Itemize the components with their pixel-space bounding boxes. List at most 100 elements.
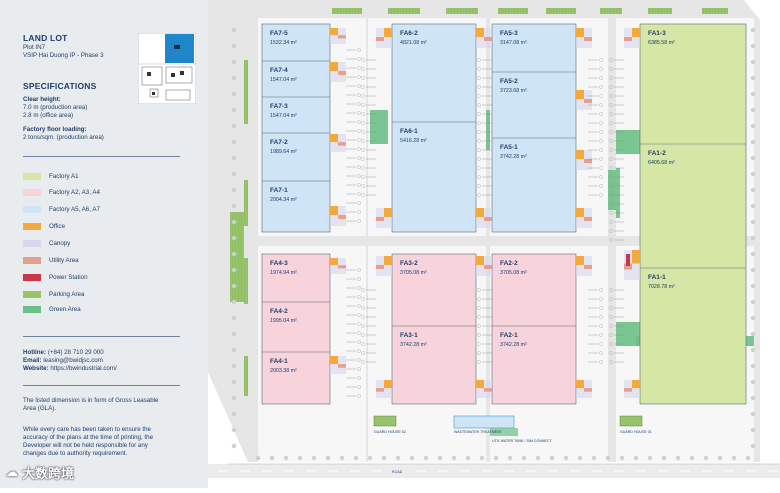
email[interactable]: Email: leasing@bwidjsc.com (23, 357, 103, 365)
parking-area (702, 8, 728, 14)
unit-area: 1532.34 m² (270, 40, 297, 46)
tree (647, 455, 653, 461)
unit-area: 1974.94 m² (270, 270, 297, 276)
utility-area (484, 217, 492, 221)
utility-area (584, 37, 592, 41)
divider (23, 385, 180, 386)
tree (231, 171, 237, 177)
wastewater-treatment (453, 415, 515, 429)
divider (23, 336, 180, 337)
utility-area (584, 217, 592, 221)
utility-area (584, 265, 592, 269)
floor-loading-label: Factory floor loading: (23, 126, 87, 133)
tree (750, 139, 756, 145)
unit-area: 3705.08 m² (500, 270, 527, 276)
tree (750, 187, 756, 193)
website[interactable]: Website: https://bwindustrial.com/ (23, 365, 117, 373)
legend-item: Factory A2, A3, A4 (23, 188, 100, 197)
clear-height-office: 2.8 m (office area) (23, 112, 74, 119)
parking-area (230, 212, 244, 302)
legend-label: Canopy (49, 240, 71, 247)
tree (231, 379, 237, 385)
utility-area (338, 142, 346, 146)
parking-area (244, 356, 248, 396)
unit-area: 1547.04 m² (270, 113, 297, 119)
tree (605, 455, 611, 461)
utility-area (584, 159, 592, 163)
tree (750, 235, 756, 241)
tree (409, 455, 415, 461)
tree (577, 455, 583, 461)
unit-name: FA2-2 (500, 260, 518, 267)
tree (717, 455, 723, 461)
office-block (576, 380, 584, 389)
legend-swatch (23, 291, 41, 298)
tree (381, 455, 387, 461)
unit-name: FA3-1 (400, 332, 418, 339)
unit-name: FA5-2 (500, 78, 518, 85)
tree (675, 455, 681, 461)
unit-area: 3147.08 m² (500, 40, 527, 46)
unit-area: 3705.08 m² (400, 270, 427, 276)
tree (750, 171, 756, 177)
unit-name: FA2-1 (500, 332, 518, 339)
tree (619, 455, 625, 461)
disclaimer-line: changes due to authority requirement. (23, 450, 128, 457)
tree (231, 299, 237, 305)
tree (437, 455, 443, 461)
legend-label: Factory A5, A6, A7 (49, 206, 100, 213)
tree (750, 219, 756, 225)
unit-area: 4821.08 m² (400, 40, 427, 46)
tree (507, 455, 513, 461)
tree (591, 455, 597, 461)
tree (231, 155, 237, 161)
utility-area (624, 37, 632, 41)
utility-area (376, 388, 384, 392)
plot-label: Plot IN7 (23, 44, 46, 51)
tree (367, 455, 373, 461)
utility-area (584, 388, 592, 392)
tree (231, 27, 237, 33)
unit-name: FA5-3 (500, 30, 518, 37)
office-block (576, 150, 584, 159)
unit-name: FA6-1 (400, 128, 418, 135)
land-lot-title: LAND LOT (23, 33, 68, 43)
office-block (576, 90, 584, 99)
tree (549, 455, 555, 461)
legend-item: Parking Area (23, 290, 84, 299)
tree (231, 331, 237, 337)
disclaimer-line: accuracy of the plans at the time of pri… (23, 434, 154, 441)
tree (750, 123, 756, 129)
power-station (626, 254, 630, 266)
utility-area (338, 35, 346, 39)
office-block (632, 250, 640, 264)
unit-area: 2003.38 m² (270, 368, 297, 374)
tree (493, 455, 499, 461)
parking-area (332, 8, 362, 14)
tree (255, 455, 261, 461)
guard-house (619, 415, 643, 427)
office-block (384, 208, 392, 217)
utility-area (338, 71, 346, 75)
legend-item: Utility Area (23, 256, 79, 265)
tree (703, 455, 709, 461)
tree (231, 75, 237, 81)
tree (231, 43, 237, 49)
legend-label: Power Station (49, 274, 88, 281)
unit-area: 6405.68 m² (648, 160, 675, 166)
utility-area (584, 99, 592, 103)
tree (353, 455, 359, 461)
tree (297, 455, 303, 461)
tree (633, 455, 639, 461)
divider (23, 156, 180, 157)
tree (231, 107, 237, 113)
tree (231, 91, 237, 97)
tree (423, 455, 429, 461)
parking-area (244, 60, 248, 124)
utility-area (338, 215, 346, 219)
office-block (476, 256, 484, 265)
parking-area (446, 8, 478, 14)
tree (395, 455, 401, 461)
tree (231, 203, 237, 209)
tree (231, 315, 237, 321)
